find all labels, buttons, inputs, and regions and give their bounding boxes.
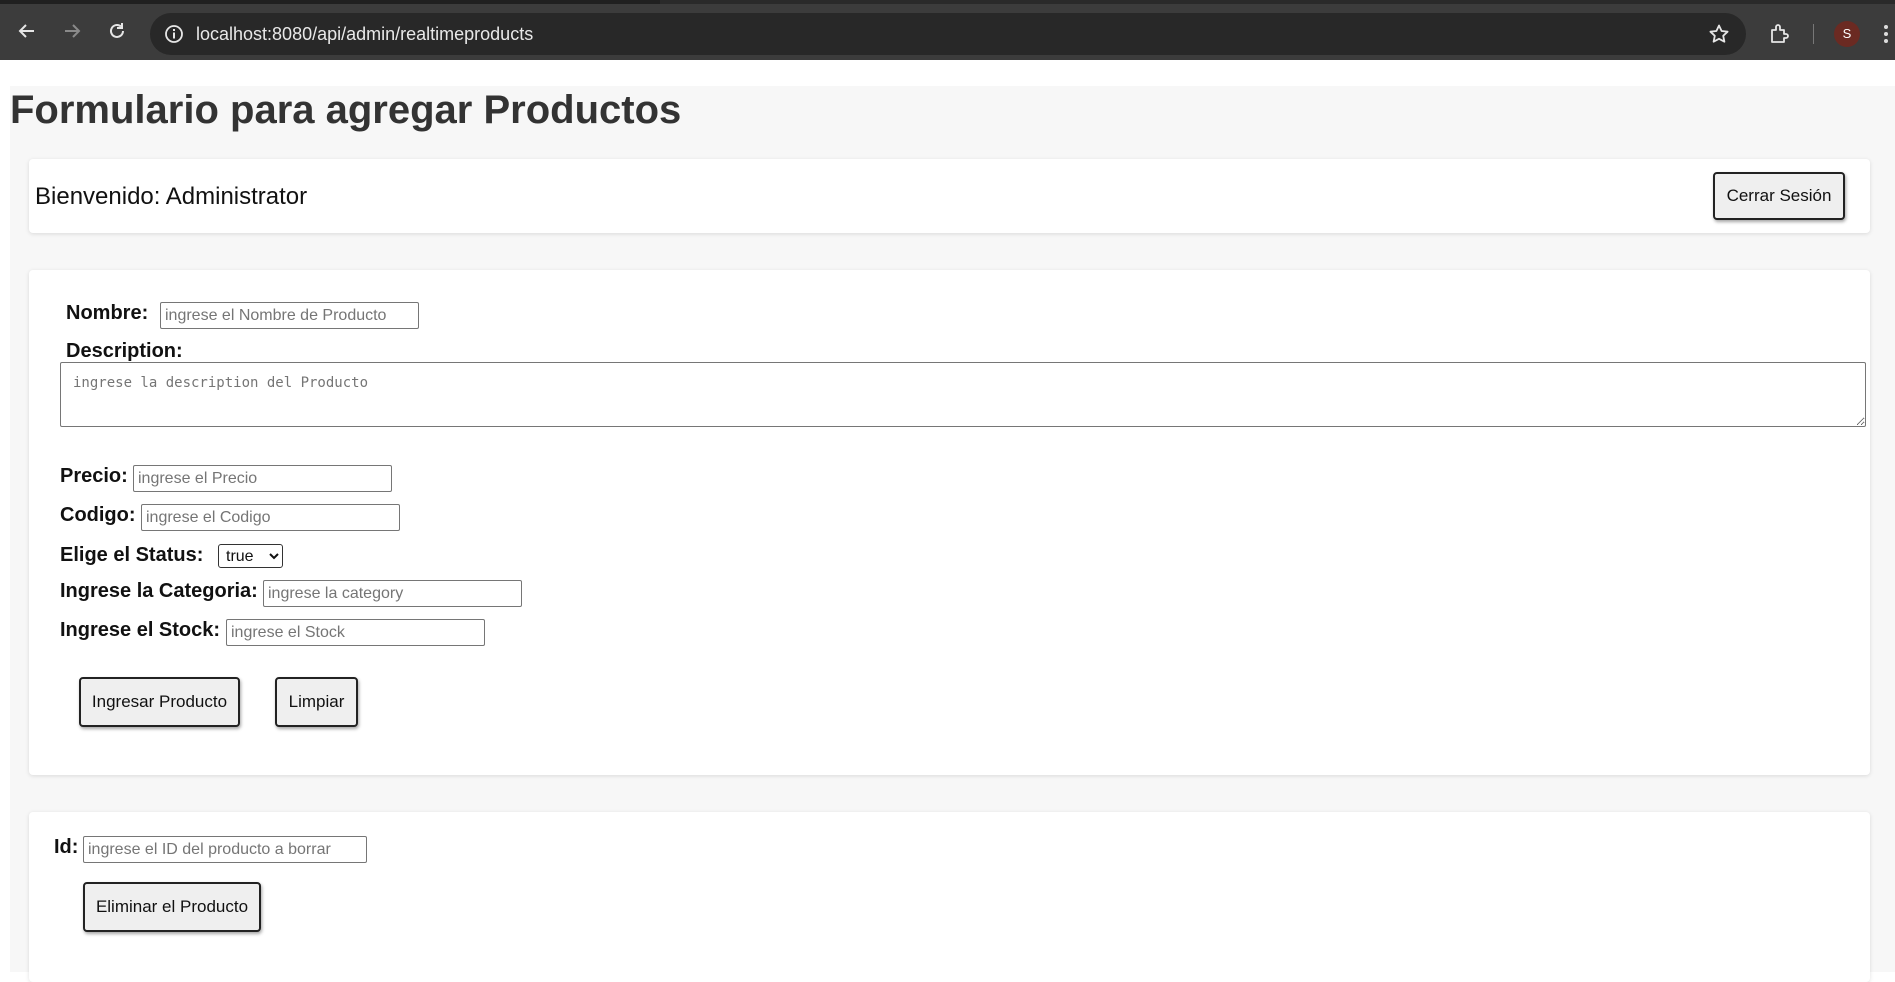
- status-label: Elige el Status:: [60, 544, 204, 566]
- description-textarea[interactable]: [60, 362, 1866, 427]
- forward-icon[interactable]: [57, 16, 87, 46]
- price-input[interactable]: [133, 465, 392, 492]
- toolbar-divider: [1813, 24, 1814, 44]
- price-label: Precio:: [60, 465, 128, 487]
- url-text[interactable]: localhost:8080/api/admin/realtimeproduct…: [196, 24, 533, 45]
- browser-toolbar: localhost:8080/api/admin/realtimeproduct…: [0, 0, 1895, 60]
- code-label: Codigo:: [60, 504, 136, 526]
- stock-input[interactable]: [226, 619, 485, 646]
- add-product-form: Nombre: Description: Precio: Codigo: Eli…: [29, 270, 1870, 775]
- page-body: Formulario para agregar Productos Bienve…: [10, 86, 1895, 982]
- delete-product-button[interactable]: Eliminar el Producto: [83, 882, 261, 932]
- reload-icon[interactable]: [102, 16, 132, 46]
- welcome-text: Bienvenido: Administrator: [35, 183, 308, 210]
- description-label: Description:: [66, 340, 183, 362]
- profile-avatar[interactable]: S: [1834, 21, 1860, 47]
- stock-label: Ingrese el Stock:: [60, 619, 221, 641]
- welcome-header: Bienvenido: Administrator Cerrar Sesión: [29, 159, 1870, 233]
- address-bar[interactable]: localhost:8080/api/admin/realtimeproduct…: [150, 13, 1746, 55]
- id-label: Id:: [54, 836, 79, 858]
- category-label: Ingrese la Categoria:: [60, 580, 258, 602]
- delete-product-form: Id: Eliminar el Producto: [29, 812, 1870, 982]
- extensions-icon[interactable]: [1768, 22, 1792, 46]
- name-input[interactable]: [160, 302, 419, 329]
- code-input[interactable]: [141, 504, 400, 531]
- tab-strip: [0, 0, 660, 4]
- site-info-icon[interactable]: [164, 24, 184, 44]
- add-product-button[interactable]: Ingresar Producto: [79, 677, 240, 727]
- page-title: Formulario para agregar Productos: [10, 88, 682, 132]
- status-select[interactable]: true: [218, 544, 283, 568]
- name-label: Nombre:: [66, 302, 149, 324]
- id-input[interactable]: [83, 836, 367, 863]
- back-icon[interactable]: [12, 16, 42, 46]
- browser-menu-icon[interactable]: [1884, 23, 1890, 45]
- clear-button[interactable]: Limpiar: [275, 677, 358, 727]
- category-input[interactable]: [263, 580, 522, 607]
- bookmark-star-icon[interactable]: [1708, 23, 1730, 45]
- logout-button[interactable]: Cerrar Sesión: [1713, 172, 1845, 220]
